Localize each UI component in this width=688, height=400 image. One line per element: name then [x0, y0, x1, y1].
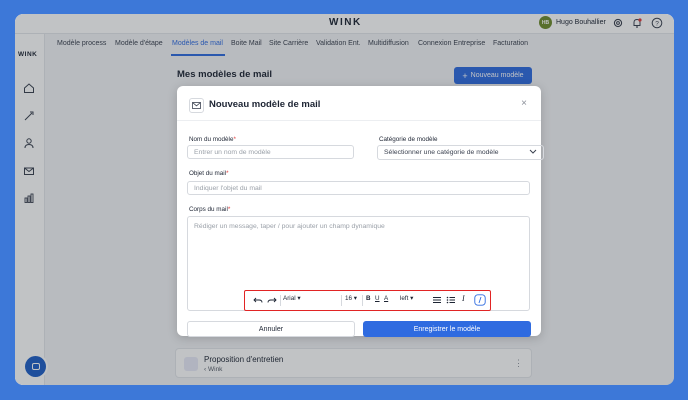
modal-title: Nouveau modèle de mail: [209, 99, 321, 110]
alignment-select[interactable]: left ▾: [400, 295, 413, 302]
bold-button[interactable]: B: [366, 295, 371, 302]
italic-button[interactable]: I: [462, 294, 465, 303]
chevron-down-icon: [529, 149, 537, 156]
save-template-button[interactable]: Enregistrer le modèle: [363, 321, 531, 337]
category-select[interactable]: Sélectionner une catégorie de modèle: [377, 145, 544, 160]
close-icon[interactable]: ×: [521, 98, 527, 109]
body-placeholder: Rédiger un message, taper / pour ajouter…: [194, 223, 385, 230]
divider: [362, 295, 363, 306]
bullet-list-icon[interactable]: [446, 295, 456, 305]
divider: [341, 295, 342, 306]
font-size-select[interactable]: 16 ▾: [345, 295, 357, 302]
app-window: WINK HB Hugo Bouhallier ? WINK Modèle pr…: [15, 14, 674, 385]
body-editor[interactable]: Rédiger un message, taper / pour ajouter…: [187, 216, 530, 311]
text-color-button[interactable]: A: [384, 295, 388, 302]
subject-label: Objet du mail*: [189, 170, 229, 177]
subject-input[interactable]: Indiquer l'objet du mail: [187, 181, 530, 195]
dynamic-field-icon[interactable]: [474, 294, 486, 306]
name-label: Nom du modèle*: [189, 136, 236, 143]
body-label: Corps du mail*: [189, 206, 231, 213]
envelope-icon: [189, 98, 204, 113]
category-select-value: Sélectionner une catégorie de modèle: [384, 149, 499, 156]
font-family-select[interactable]: Arial ▾: [283, 295, 301, 302]
divider: [177, 120, 541, 121]
numbered-list-icon[interactable]: [432, 295, 442, 305]
cancel-button[interactable]: Annuler: [187, 321, 355, 337]
category-label: Catégorie de modèle: [379, 136, 438, 143]
underline-button[interactable]: U: [375, 295, 380, 302]
new-mail-template-modal: Nouveau modèle de mail × Nom du modèle* …: [177, 86, 544, 337]
divider: [280, 295, 281, 306]
template-name-input[interactable]: Entrer un nom de modèle: [187, 145, 354, 159]
undo-icon[interactable]: [253, 295, 263, 305]
rich-text-toolbar: Arial ▾ 16 ▾ B U A left ▾ I: [244, 290, 491, 311]
redo-icon[interactable]: [267, 295, 277, 305]
